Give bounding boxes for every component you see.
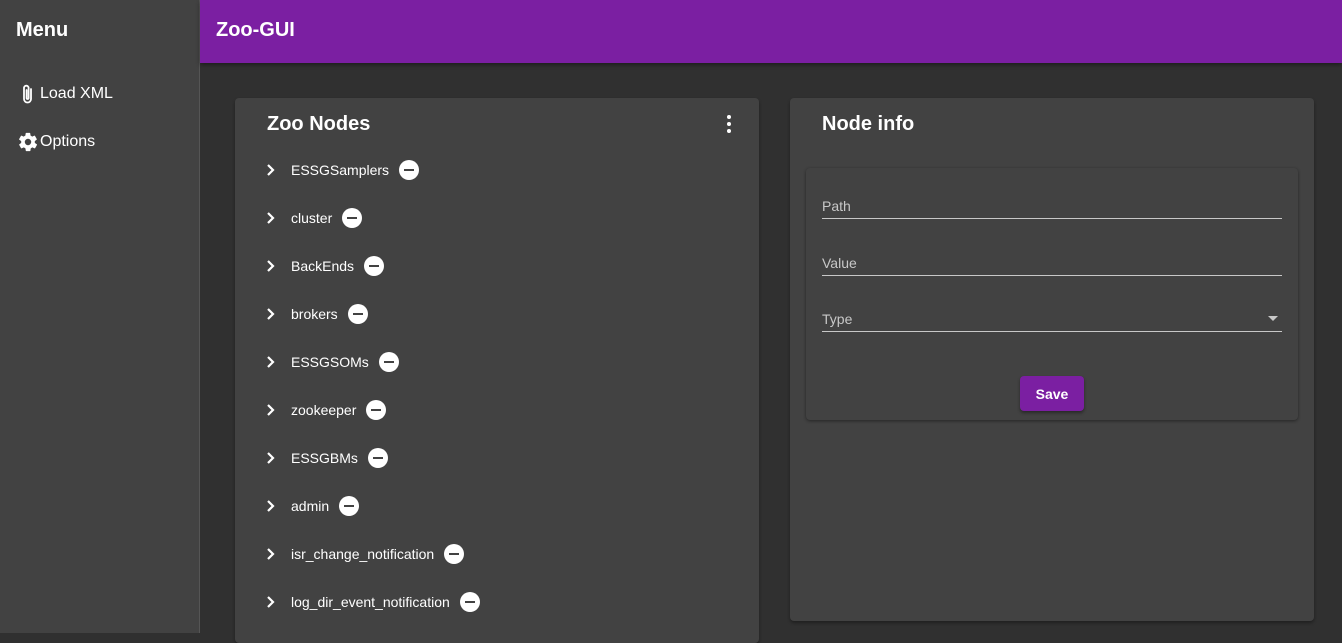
more-options-icon[interactable] (719, 113, 739, 135)
value-input[interactable] (822, 255, 1282, 271)
node-info-card: Node info Save (790, 98, 1314, 621)
tree-node[interactable]: admin (263, 494, 360, 518)
tree-node[interactable]: BackEnds (263, 254, 385, 278)
chevron-right-icon[interactable] (263, 594, 279, 610)
menu-item-label: Options (40, 133, 96, 150)
tree-node-label[interactable]: zookeeper (291, 402, 356, 418)
tree-node[interactable]: ESSGSamplers (263, 158, 420, 182)
chevron-right-icon[interactable] (263, 546, 279, 562)
chevron-right-icon[interactable] (263, 498, 279, 514)
remove-circle-icon[interactable] (444, 544, 465, 564)
app-header: Zoo-GUI (200, 0, 1342, 63)
tree-node[interactable]: log_dir_event_notification (263, 590, 480, 614)
menu-item-options[interactable]: Options (16, 127, 95, 157)
tree-node[interactable]: zookeeper (263, 398, 387, 422)
gear-icon (16, 130, 40, 154)
dropdown-arrow-icon[interactable] (1268, 316, 1278, 321)
chevron-right-icon[interactable] (263, 162, 279, 178)
type-select[interactable] (822, 303, 1282, 332)
remove-circle-icon[interactable] (378, 352, 399, 372)
remove-circle-icon[interactable] (364, 256, 385, 276)
tree-node-label[interactable]: ESSGSOMs (291, 354, 369, 370)
tree-node-label[interactable]: ESSGSamplers (291, 162, 389, 178)
node-info-title: Node info (822, 113, 915, 135)
tree-node-label[interactable]: cluster (291, 210, 332, 226)
tree-node-label[interactable]: ESSGBMs (291, 450, 358, 466)
type-select-input[interactable] (822, 311, 1282, 327)
save-button[interactable]: Save (1020, 376, 1084, 411)
tree-node-label[interactable]: log_dir_event_notification (291, 594, 450, 610)
chevron-right-icon[interactable] (263, 210, 279, 226)
menu-item-label: Load XML (40, 85, 113, 102)
remove-circle-icon[interactable] (339, 496, 360, 516)
chevron-right-icon[interactable] (263, 450, 279, 466)
tree-node[interactable]: ESSGSOMs (263, 350, 399, 374)
remove-circle-icon[interactable] (366, 400, 387, 420)
value-field[interactable] (822, 247, 1282, 276)
tree-node-label[interactable]: BackEnds (291, 258, 354, 274)
paperclip-icon (16, 82, 40, 106)
remove-circle-icon[interactable] (459, 592, 480, 612)
chevron-right-icon[interactable] (263, 306, 279, 322)
chevron-right-icon[interactable] (263, 258, 279, 274)
tree-node[interactable]: isr_change_notification (263, 542, 465, 566)
tree-node-label[interactable]: admin (291, 498, 329, 514)
remove-circle-icon[interactable] (347, 304, 368, 324)
tree-node[interactable]: ESSGBMs (263, 446, 388, 470)
tree-node-label[interactable]: brokers (291, 306, 338, 322)
tree-node[interactable]: brokers (263, 302, 368, 326)
app-title: Zoo-GUI (216, 19, 295, 41)
node-info-form: Save (806, 168, 1298, 420)
sidebar-title: Menu (16, 19, 69, 41)
sidebar: Menu Load XML Options (0, 0, 200, 633)
chevron-right-icon[interactable] (263, 354, 279, 370)
zoo-nodes-card: Zoo Nodes ESSGSamplers cluster BackEnds … (235, 98, 759, 643)
zoo-nodes-title: Zoo Nodes (267, 113, 371, 135)
path-field[interactable] (822, 190, 1282, 219)
chevron-right-icon[interactable] (263, 402, 279, 418)
tree-node[interactable]: cluster (263, 206, 363, 230)
remove-circle-icon[interactable] (367, 448, 388, 468)
tree-node-label[interactable]: isr_change_notification (291, 546, 434, 562)
remove-circle-icon[interactable] (342, 208, 363, 228)
path-input[interactable] (822, 198, 1282, 214)
remove-circle-icon[interactable] (399, 160, 420, 180)
menu-item-load-xml[interactable]: Load XML (16, 79, 113, 109)
